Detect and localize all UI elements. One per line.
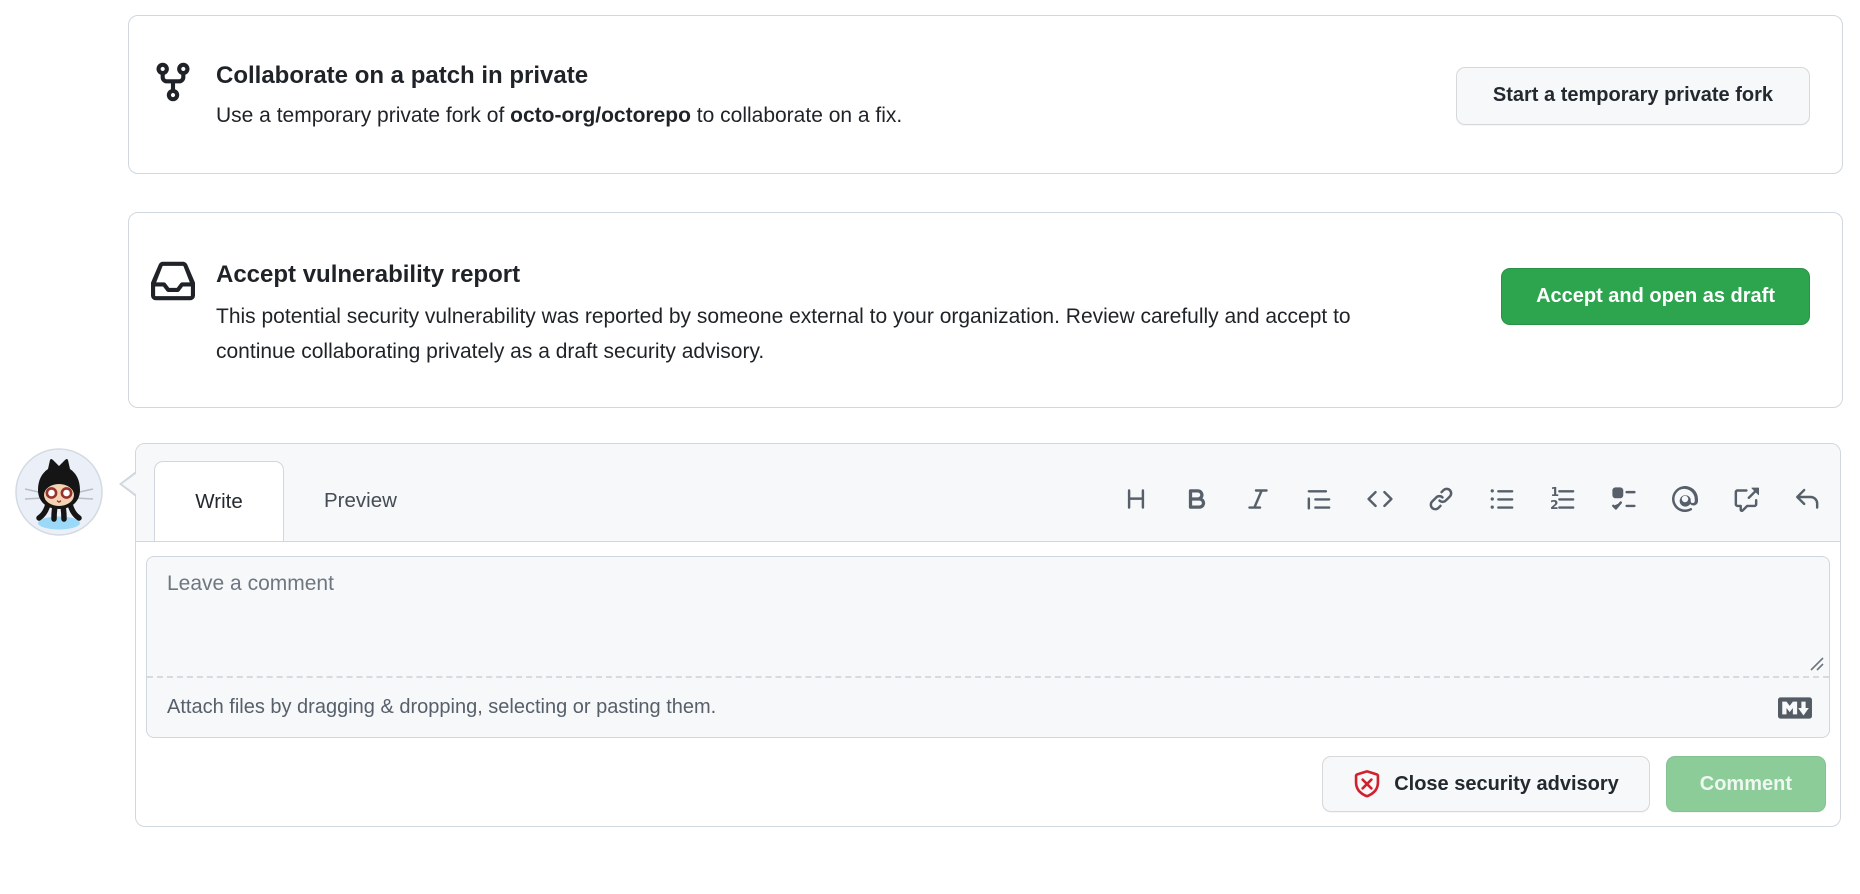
heading-icon[interactable] [1122,486,1149,513]
write-preview-tabs: Write Preview [154,461,437,541]
accept-open-draft-button[interactable]: Accept and open as draft [1501,268,1810,325]
comment-header: Write Preview 12 [136,444,1840,542]
tasklist-icon[interactable] [1610,486,1637,513]
italic-icon[interactable] [1244,486,1271,513]
shield-x-icon [1353,770,1381,798]
quote-icon[interactable] [1305,486,1332,513]
accept-card-description: This potential security vulnerability wa… [216,299,1396,369]
fork-card-description: Use a temporary private fork of octo-org… [216,98,1456,133]
attach-files-bar[interactable]: Attach files by dragging & dropping, sel… [147,676,1829,737]
ordered-list-icon[interactable]: 12 [1549,486,1576,513]
bold-icon[interactable] [1183,486,1210,513]
markdown-icon[interactable] [1775,691,1815,725]
resize-handle-icon[interactable] [1807,654,1824,676]
repo-name: octo-org/octorepo [510,104,691,127]
tab-preview[interactable]: Preview [284,461,437,541]
reply-icon[interactable] [1793,486,1820,513]
start-private-fork-button[interactable]: Start a temporary private fork [1456,67,1810,125]
inbox-icon [151,259,197,303]
unordered-list-icon[interactable] [1488,486,1515,513]
avatar[interactable] [15,448,103,536]
comment-textarea[interactable] [147,557,1829,676]
comment-form-actions: Close security advisory Comment [146,756,1826,812]
accept-report-card: Accept vulnerability report This potenti… [128,212,1843,408]
attach-hint: Attach files by dragging & dropping, sel… [167,696,716,719]
cross-reference-icon[interactable] [1732,486,1759,513]
mention-icon[interactable] [1671,486,1698,513]
private-fork-card: Collaborate on a patch in private Use a … [128,15,1843,174]
repo-forked-icon [151,60,197,104]
fork-card-title: Collaborate on a patch in private [216,58,1456,93]
comment-body: Attach files by dragging & dropping, sel… [136,542,1840,826]
svg-text:2: 2 [1550,498,1558,512]
comment-composer-row: Write Preview 12 [15,443,1841,827]
tab-write[interactable]: Write [154,461,284,541]
comment-submit-button[interactable]: Comment [1666,756,1826,812]
close-advisory-button[interactable]: Close security advisory [1322,756,1650,812]
markdown-toolbar: 12 [1122,461,1820,541]
link-icon[interactable] [1427,486,1454,513]
comment-input-box: Attach files by dragging & dropping, sel… [146,556,1830,738]
comment-card: Write Preview 12 [135,443,1841,827]
accept-card-title: Accept vulnerability report [216,257,1501,292]
code-icon[interactable] [1366,486,1393,513]
